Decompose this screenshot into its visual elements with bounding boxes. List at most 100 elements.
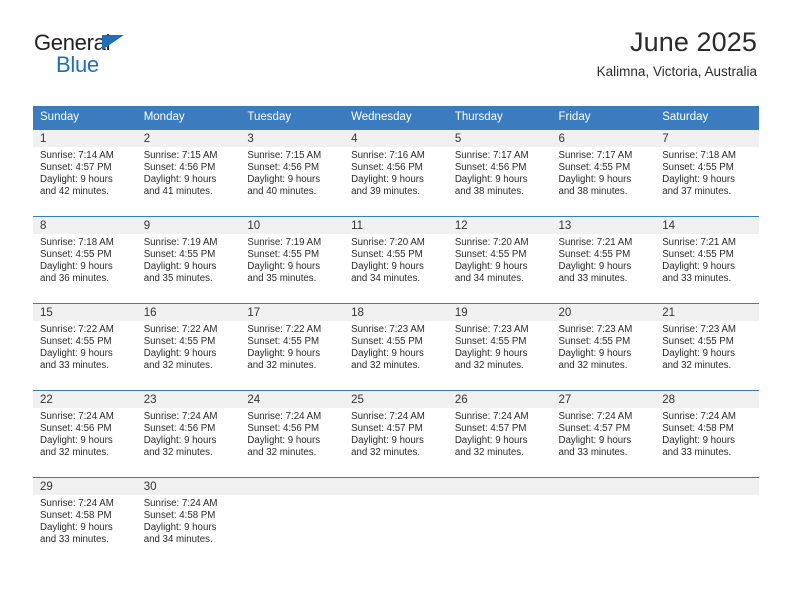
daylight-text-line1: Daylight: 9 hours: [454, 435, 528, 447]
day-cell-details: Sunrise: 7:21 AM Sunset: 4:55 PM Daylight:…: [552, 234, 656, 285]
sunrise-text: Sunrise: 7:23 AM: [662, 324, 736, 335]
sunrise-text: Sunrise: 7:21 AM: [662, 237, 736, 248]
sunrise-text: Sunrise: 7:17 AM: [558, 150, 633, 161]
daylight-text-line2: and 32 minutes.: [454, 360, 524, 372]
location-subtitle: Kalimna, Victoria, Australia: [596, 64, 757, 79]
daylight-text-line1: Daylight: 9 hours: [143, 261, 217, 273]
calendar-week-row: 8 Sunrise: 7:18 AM Sunset: 4:55 PM Daylight…: [33, 216, 759, 304]
calendar-day-cell[interactable]: 10 Sunrise: 7:19 AM Sunset: 4:55 PM Dayligh…: [240, 216, 345, 304]
day-number: 6: [551, 130, 656, 147]
calendar-day-cell[interactable]: 27 Sunrise: 7:24 AM Sunset: 4:57 PM Dayligh…: [551, 390, 656, 478]
calendar-day-cell[interactable]: 9 Sunrise: 7:19 AM Sunset: 4:55 PM Daylight…: [136, 216, 241, 304]
sunset-text: Sunset: 4:58 PM: [40, 510, 112, 522]
day-cell-details: Sunrise: 7:23 AM Sunset: 4:55 PM Daylight:…: [655, 321, 759, 372]
sunrise-text: Sunrise: 7:23 AM: [558, 324, 633, 335]
day-cell-inner: 19 Sunrise: 7:23 AM Sunset: 4:55 PM Dayligh…: [447, 304, 552, 390]
day-cell-details: Sunrise: 7:21 AM Sunset: 4:55 PM Daylight:…: [655, 234, 759, 285]
day-cell-inner: 13 Sunrise: 7:21 AM Sunset: 4:55 PM Dayligh…: [551, 217, 656, 303]
calendar-body: 1 Sunrise: 7:14 AM Sunset: 4:57 PM Daylight…: [33, 129, 759, 564]
daylight-text-line2: and 34 minutes.: [351, 273, 421, 285]
sunrise-text: Sunrise: 7:24 AM: [40, 411, 114, 422]
calendar-day-cell[interactable]: 29 Sunrise: 7:24 AM Sunset: 4:58 PM Dayligh…: [33, 477, 137, 564]
calendar-day-cell[interactable]: 12 Sunrise: 7:20 AM Sunset: 4:55 PM Dayligh…: [447, 216, 552, 304]
daylight-text-line2: and 32 minutes.: [143, 360, 213, 372]
calendar-day-cell[interactable]: 5 Sunrise: 7:17 AM Sunset: 4:56 PM Daylight…: [447, 129, 552, 217]
day-number: 4: [344, 130, 448, 147]
page-header: General Blue June 2025 Kalimna, Victoria…: [0, 0, 792, 79]
calendar-cell-empty: [447, 477, 552, 564]
calendar-day-cell[interactable]: 22 Sunrise: 7:24 AM Sunset: 4:56 PM Dayligh…: [33, 390, 137, 478]
day-cell-inner: [551, 478, 656, 564]
calendar-day-cell[interactable]: 28 Sunrise: 7:24 AM Sunset: 4:58 PM Dayligh…: [655, 390, 759, 478]
calendar-day-cell[interactable]: 23 Sunrise: 7:24 AM Sunset: 4:56 PM Dayligh…: [136, 390, 241, 478]
sunset-text: Sunset: 4:55 PM: [558, 336, 631, 348]
calendar-day-cell[interactable]: 17 Sunrise: 7:22 AM Sunset: 4:55 PM Dayligh…: [240, 303, 345, 391]
calendar-day-cell[interactable]: 7 Sunrise: 7:18 AM Sunset: 4:55 PM Daylight…: [655, 129, 759, 217]
calendar-day-cell[interactable]: 13 Sunrise: 7:21 AM Sunset: 4:55 PM Dayligh…: [551, 216, 656, 304]
day-number: 14: [655, 217, 759, 234]
daylight-text-line2: and 32 minutes.: [143, 447, 213, 459]
calendar-day-cell[interactable]: 11 Sunrise: 7:20 AM Sunset: 4:55 PM Dayligh…: [344, 216, 448, 304]
calendar-day-cell[interactable]: 4 Sunrise: 7:16 AM Sunset: 4:56 PM Daylight…: [344, 129, 448, 217]
day-cell-details: Sunrise: 7:24 AM Sunset: 4:56 PM Daylight:…: [137, 408, 241, 459]
day-cell-inner: [447, 478, 552, 564]
calendar-day-cell[interactable]: 26 Sunrise: 7:24 AM Sunset: 4:57 PM Dayligh…: [447, 390, 552, 478]
daylight-text-line2: and 37 minutes.: [662, 186, 732, 198]
calendar-day-cell[interactable]: 19 Sunrise: 7:23 AM Sunset: 4:55 PM Dayligh…: [447, 303, 552, 391]
sunrise-text: Sunrise: 7:24 AM: [558, 411, 633, 422]
calendar-day-cell[interactable]: 14 Sunrise: 7:21 AM Sunset: 4:55 PM Dayligh…: [655, 216, 759, 304]
day-number: 25: [344, 391, 448, 408]
daylight-text-line2: and 33 minutes.: [40, 534, 109, 546]
sunset-text: Sunset: 4:55 PM: [662, 249, 734, 261]
sunset-text: Sunset: 4:57 PM: [351, 423, 423, 435]
daylight-text-line1: Daylight: 9 hours: [454, 261, 528, 273]
calendar-day-cell[interactable]: 15 Sunrise: 7:22 AM Sunset: 4:55 PM Dayligh…: [33, 303, 137, 391]
daylight-text-line2: and 42 minutes.: [40, 186, 109, 198]
calendar-day-cell[interactable]: 30 Sunrise: 7:24 AM Sunset: 4:58 PM Dayligh…: [136, 477, 241, 564]
day-number: [655, 478, 759, 495]
calendar-day-cell[interactable]: 2 Sunrise: 7:15 AM Sunset: 4:56 PM Daylight…: [136, 129, 241, 217]
calendar-day-cell[interactable]: 21 Sunrise: 7:23 AM Sunset: 4:55 PM Dayligh…: [655, 303, 759, 391]
calendar-day-cell[interactable]: 6 Sunrise: 7:17 AM Sunset: 4:55 PM Daylight…: [551, 129, 656, 217]
daylight-text-line1: Daylight: 9 hours: [143, 435, 217, 447]
day-cell-details: Sunrise: 7:17 AM Sunset: 4:55 PM Daylight:…: [552, 147, 656, 198]
day-cell-details: Sunrise: 7:22 AM Sunset: 4:55 PM Daylight:…: [240, 321, 344, 372]
day-cell-details: Sunrise: 7:22 AM Sunset: 4:55 PM Daylight:…: [137, 321, 241, 372]
day-number: 22: [33, 391, 137, 408]
daylight-text-line2: and 32 minutes.: [247, 360, 317, 372]
day-cell-details: Sunrise: 7:20 AM Sunset: 4:55 PM Daylight:…: [448, 234, 552, 285]
calendar-day-cell[interactable]: 24 Sunrise: 7:24 AM Sunset: 4:56 PM Dayligh…: [240, 390, 345, 478]
day-cell-inner: 20 Sunrise: 7:23 AM Sunset: 4:55 PM Dayligh…: [551, 304, 656, 390]
sunset-text: Sunset: 4:55 PM: [40, 249, 112, 261]
sunrise-text: Sunrise: 7:24 AM: [143, 498, 218, 509]
day-number: [344, 478, 448, 495]
sunset-text: Sunset: 4:56 PM: [247, 423, 320, 435]
calendar-day-cell[interactable]: 18 Sunrise: 7:23 AM Sunset: 4:55 PM Dayligh…: [344, 303, 448, 391]
day-number: 19: [447, 304, 552, 321]
calendar-day-cell[interactable]: 8 Sunrise: 7:18 AM Sunset: 4:55 PM Daylight…: [33, 216, 137, 304]
daylight-text-line1: Daylight: 9 hours: [558, 261, 632, 273]
day-cell-inner: 5 Sunrise: 7:17 AM Sunset: 4:56 PM Daylight…: [447, 130, 552, 216]
calendar-day-cell[interactable]: 16 Sunrise: 7:22 AM Sunset: 4:55 PM Dayligh…: [136, 303, 241, 391]
day-cell-inner: 3 Sunrise: 7:15 AM Sunset: 4:56 PM Daylight…: [240, 130, 345, 216]
day-cell-details: [448, 495, 552, 498]
daylight-text-line2: and 33 minutes.: [662, 273, 732, 285]
day-cell-details: Sunrise: 7:24 AM Sunset: 4:58 PM Daylight:…: [137, 495, 241, 546]
day-number: 5: [447, 130, 552, 147]
calendar-day-cell[interactable]: 3 Sunrise: 7:15 AM Sunset: 4:56 PM Daylight…: [240, 129, 345, 217]
sunrise-text: Sunrise: 7:17 AM: [454, 150, 529, 161]
day-cell-inner: 27 Sunrise: 7:24 AM Sunset: 4:57 PM Dayligh…: [551, 391, 656, 477]
calendar-day-cell[interactable]: 1 Sunrise: 7:14 AM Sunset: 4:57 PM Daylight…: [33, 129, 137, 217]
day-number: 28: [655, 391, 759, 408]
day-cell-inner: [655, 478, 759, 564]
daylight-text-line2: and 34 minutes.: [143, 534, 213, 546]
day-cell-details: Sunrise: 7:15 AM Sunset: 4:56 PM Daylight:…: [137, 147, 241, 198]
day-cell-details: Sunrise: 7:24 AM Sunset: 4:56 PM Daylight:…: [240, 408, 344, 459]
daylight-text-line1: Daylight: 9 hours: [351, 348, 424, 360]
day-cell-details: [655, 495, 759, 498]
sunrise-text: Sunrise: 7:15 AM: [247, 150, 322, 161]
day-cell-details: [240, 495, 344, 498]
sunset-text: Sunset: 4:56 PM: [143, 162, 216, 174]
calendar-day-cell[interactable]: 25 Sunrise: 7:24 AM Sunset: 4:57 PM Dayligh…: [344, 390, 448, 478]
calendar-day-cell[interactable]: 20 Sunrise: 7:23 AM Sunset: 4:55 PM Dayligh…: [551, 303, 656, 391]
